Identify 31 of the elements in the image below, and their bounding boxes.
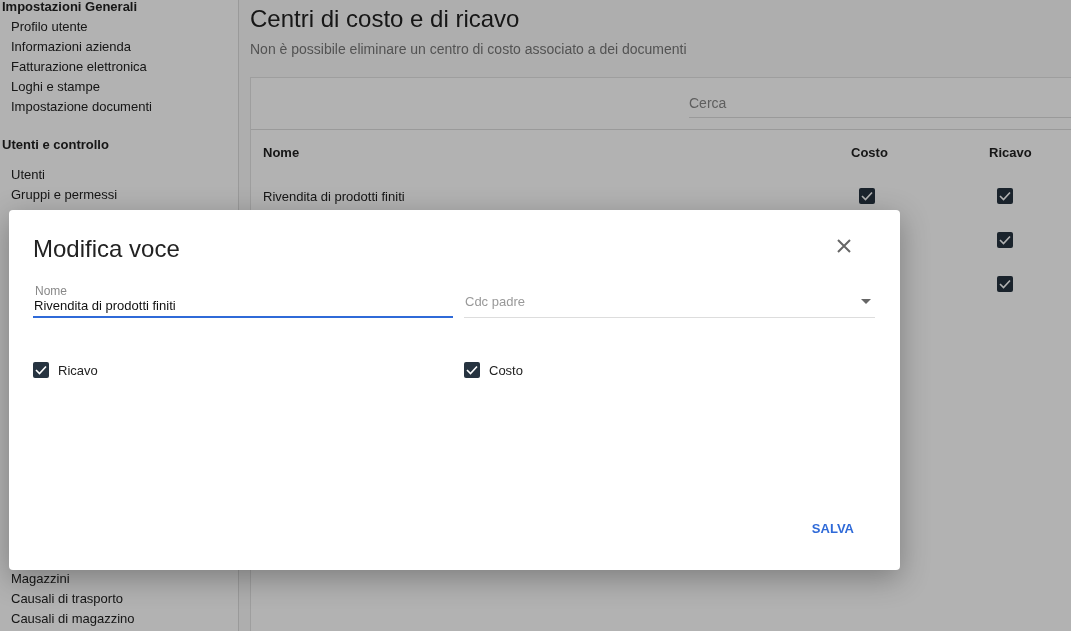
- dialog-title: Modifica voce: [33, 234, 180, 264]
- page-subtitle: Non è possibile eliminare un centro di costo associato a dei documenti: [250, 40, 688, 58]
- column-header: Ricavo: [989, 144, 1033, 160]
- sidebar-heading: Utenti e controllo: [1, 138, 110, 152]
- sidebar-item[interactable]: Gruppi e permessi: [0, 185, 238, 205]
- sidebar-item[interactable]: Utenti: [0, 165, 238, 185]
- sidebar-item[interactable]: Causali di trasporto: [0, 589, 238, 609]
- sidebar-item[interactable]: Informazioni azienda: [0, 37, 238, 57]
- save-button[interactable]: SALVA: [795, 513, 870, 544]
- checkbox[interactable]: [997, 276, 1013, 292]
- sidebar-item[interactable]: Fatturazione elettronica: [0, 57, 238, 77]
- sidebar-item[interactable]: Profilo utente: [0, 17, 238, 37]
- sidebar-heading: Impostazioni Generali: [1, 0, 139, 14]
- caret-icon: [861, 299, 871, 304]
- field-label: Nome: [34, 284, 68, 298]
- sidebar-item[interactable]: Loghi e stampe: [0, 77, 238, 97]
- name-field[interactable]: Rivendita di prodotti finiti: [33, 298, 453, 318]
- checkbox[interactable]: [33, 362, 49, 378]
- column-header: Costo: [851, 144, 889, 160]
- checkbox-label: Costo: [489, 362, 523, 378]
- checkbox-label: Ricavo: [58, 362, 98, 378]
- sidebar-item[interactable]: Impostazione documenti: [0, 97, 238, 117]
- checkbox[interactable]: [997, 188, 1013, 204]
- search-field[interactable]: Cerca: [689, 89, 1071, 118]
- sidebar-item[interactable]: Causali di magazzino: [0, 609, 238, 629]
- page-title: Centri di costo e di ricavo: [250, 4, 521, 34]
- checkbox[interactable]: [464, 362, 480, 378]
- checkbox[interactable]: [859, 188, 875, 204]
- checkbox[interactable]: [997, 232, 1013, 248]
- table-cell: Rivendita di prodotti finiti: [263, 188, 405, 204]
- column-header: Nome: [263, 144, 301, 160]
